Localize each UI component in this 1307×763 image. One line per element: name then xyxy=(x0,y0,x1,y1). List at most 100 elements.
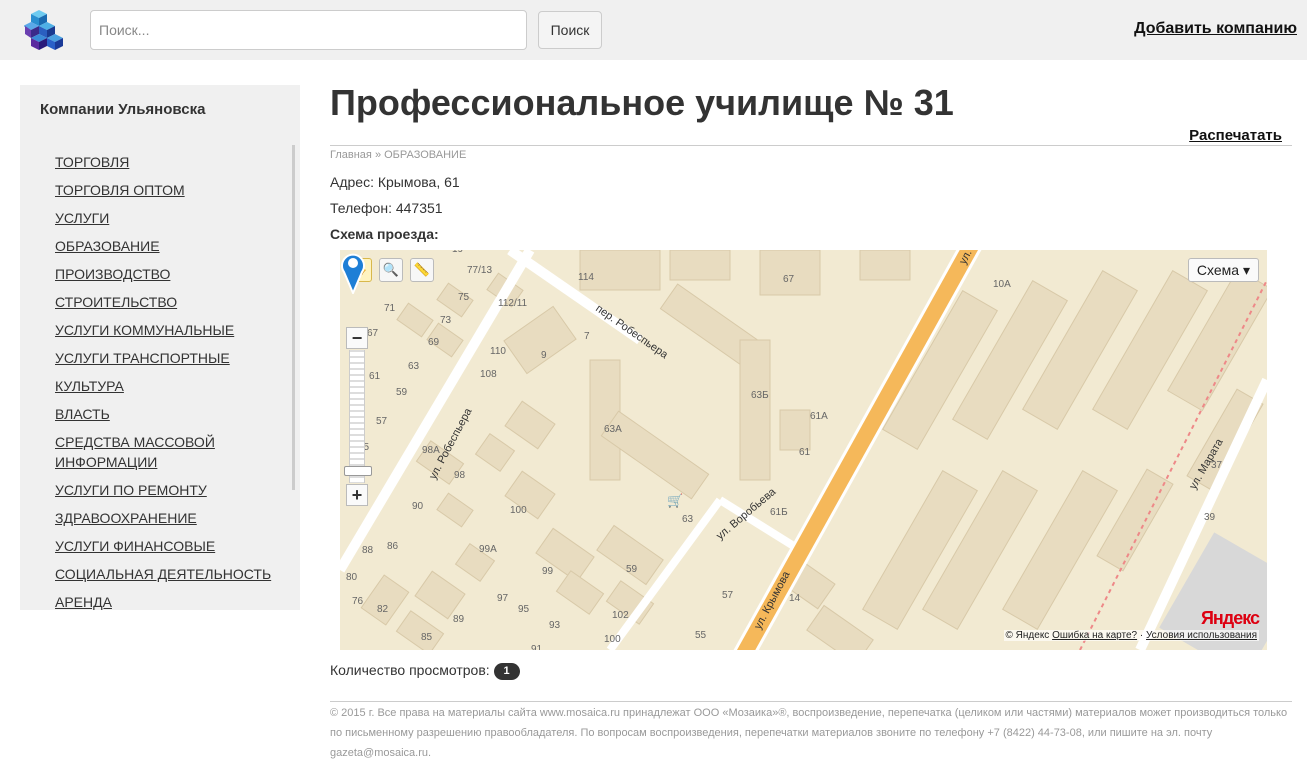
add-company-link[interactable]: Добавить компанию xyxy=(1134,20,1297,38)
map-building-3 xyxy=(859,250,911,281)
sidebar-item-finance[interactable]: УСЛУГИ ФИНАНСОВЫЕ xyxy=(55,536,290,556)
zoom-out-button[interactable]: − xyxy=(346,327,368,349)
map-building-8 xyxy=(503,305,577,375)
house-number-39: 57 xyxy=(722,590,734,601)
map-terms-link[interactable]: Условия использования xyxy=(1146,630,1257,641)
house-number-16: 61 xyxy=(369,371,381,382)
map-building-21 xyxy=(414,570,466,620)
views-count-badge: 1 xyxy=(493,662,520,680)
house-number-2: 114 xyxy=(578,272,594,283)
map-building-13 xyxy=(504,400,556,450)
map-building-32 xyxy=(1096,468,1174,572)
map-building-36 xyxy=(360,574,410,626)
house-number-12: 9 xyxy=(541,350,547,361)
house-number-29: 63 xyxy=(682,514,694,525)
ruler-tool-icon[interactable]: 📏 xyxy=(410,258,434,282)
house-number-21: 63А xyxy=(604,424,622,435)
footer-copyright: © 2015 г. Все права на материалы сайта w… xyxy=(330,707,1288,759)
map-report-error-link[interactable]: Ошибка на карте? xyxy=(1052,630,1137,641)
map-building-2 xyxy=(759,250,821,296)
house-number-35: 59 xyxy=(626,564,638,575)
company-phone: Телефон: 447351 xyxy=(330,200,443,216)
house-number-47: 85 xyxy=(421,632,433,643)
zoom-slider-track[interactable] xyxy=(349,350,365,483)
house-number-13: 110 xyxy=(490,346,506,357)
sidebar-item-government[interactable]: ВЛАСТЬ xyxy=(55,404,290,424)
house-number-33: 86 xyxy=(387,541,399,552)
house-number-42: 82 xyxy=(377,604,389,615)
house-number-0: 19 xyxy=(452,250,464,255)
sidebar-title: Компании Ульяновска xyxy=(40,101,206,118)
house-number-17: 59 xyxy=(396,387,408,398)
sidebar-item-healthcare[interactable]: ЗДРАВООХРАНЕНИЕ xyxy=(55,508,290,528)
house-number-48: 100 xyxy=(604,634,621,645)
sidebar-item-trade[interactable]: ТОРГОВЛЯ xyxy=(55,152,290,172)
sidebar-item-utilities[interactable]: УСЛУГИ КОММУНАЛЬНЫЕ xyxy=(55,320,290,340)
house-number-50: 91 xyxy=(531,644,543,650)
house-number-28: 100 xyxy=(510,505,527,516)
house-number-27: 90 xyxy=(412,501,424,512)
map-building-0 xyxy=(579,250,661,291)
house-number-32: 88 xyxy=(362,545,374,556)
category-list: ТОРГОВЛЯ ТОРГОВЛЯ ОПТОМ УСЛУГИ ОБРАЗОВАН… xyxy=(55,152,290,610)
house-number-7: 71 xyxy=(384,303,396,314)
sidebar-scrollbar[interactable] xyxy=(292,145,295,490)
house-number-19: 57 xyxy=(376,416,388,427)
sidebar-item-rent[interactable]: АРЕНДА xyxy=(55,592,290,610)
sidebar-item-education[interactable]: ОБРАЗОВАНИЕ xyxy=(55,236,290,256)
breadcrumb-home[interactable]: Главная xyxy=(330,149,372,161)
sidebar-item-social[interactable]: СОЦИАЛЬНАЯ ДЕЯТЕЛЬНОСТЬ xyxy=(55,564,290,584)
house-number-11: 69 xyxy=(428,337,440,348)
house-number-15: 108 xyxy=(480,369,497,380)
house-number-45: 102 xyxy=(612,610,629,621)
breadcrumb-category[interactable]: ОБРАЗОВАНИЕ xyxy=(384,149,466,161)
company-address: Адрес: Крымова, 61 xyxy=(330,174,460,190)
house-number-10: 67 xyxy=(367,328,379,339)
house-number-46: 93 xyxy=(549,620,561,631)
zoom-in-button[interactable]: + xyxy=(346,484,368,506)
map-layer-button[interactable]: Схема ▾ xyxy=(1187,258,1259,282)
sidebar-item-construction[interactable]: СТРОИТЕЛЬСТВО xyxy=(55,292,290,312)
magnifier-tool-icon[interactable]: 🔍 xyxy=(379,258,403,282)
sidebar-item-culture[interactable]: КУЛЬТУРА xyxy=(55,376,290,396)
search-input[interactable] xyxy=(90,10,527,50)
footer-divider xyxy=(330,701,1292,702)
shop-cart-icon: 🛒 xyxy=(667,493,683,509)
zoom-slider-thumb[interactable] xyxy=(344,466,372,476)
map-copyright: © Яндекс xyxy=(1005,630,1050,641)
house-number-22: 98А xyxy=(422,445,440,456)
breadcrumb-separator: » xyxy=(374,149,382,161)
map-building-10 xyxy=(739,339,771,481)
house-number-14: 63 xyxy=(408,361,420,372)
map-building-35 xyxy=(779,409,811,451)
sidebar-item-services[interactable]: УСЛУГИ xyxy=(55,208,290,228)
house-number-37: 99 xyxy=(542,566,554,577)
map-building-19 xyxy=(596,524,664,586)
sidebar-item-media[interactable]: СРЕДСТВА МАССОВОЙ ИНФОРМАЦИИ xyxy=(55,432,290,472)
map-building-14 xyxy=(474,432,516,473)
print-link[interactable]: Распечатать xyxy=(1189,127,1282,144)
location-marker-icon[interactable] xyxy=(340,250,366,294)
search-button[interactable]: Поиск xyxy=(538,11,602,49)
sidebar-item-repair[interactable]: УСЛУГИ ПО РЕМОНТУ xyxy=(55,480,290,500)
house-number-36: 80 xyxy=(346,572,358,583)
map-building-1 xyxy=(669,250,731,281)
map-building-22 xyxy=(555,570,605,615)
house-number-4: 10А xyxy=(993,279,1011,290)
house-number-43: 95 xyxy=(518,604,530,615)
map-building-16 xyxy=(436,492,474,528)
map-canvas[interactable]: ул. Робеспьерапер. Робеспьераул. Воробье… xyxy=(340,250,1267,650)
yandex-map[interactable]: ул. Робеспьера пер. Робеспьера ул. Воробье… xyxy=(340,250,1267,650)
house-number-18: 63Б xyxy=(751,390,769,401)
house-number-24: 61 xyxy=(799,447,811,458)
map-attribution: © Яндекс Ошибка на карте? · Условия испо… xyxy=(1003,630,1259,641)
sidebar-item-transport[interactable]: УСЛУГИ ТРАНСПОРТНЫЕ xyxy=(55,348,290,368)
house-number-40: 14 xyxy=(789,593,801,604)
sidebar-item-production[interactable]: ПРОИЗВОДСТВО xyxy=(55,264,290,284)
street-label-1: пер. Робеспьера xyxy=(593,303,670,362)
house-number-49: 55 xyxy=(695,630,707,641)
map-building-38 xyxy=(806,604,874,650)
yandex-logo: Яндекс xyxy=(1200,608,1260,628)
mosaica-logo-icon[interactable] xyxy=(24,10,68,52)
sidebar-item-wholesale[interactable]: ТОРГОВЛЯ ОПТОМ xyxy=(55,180,290,200)
